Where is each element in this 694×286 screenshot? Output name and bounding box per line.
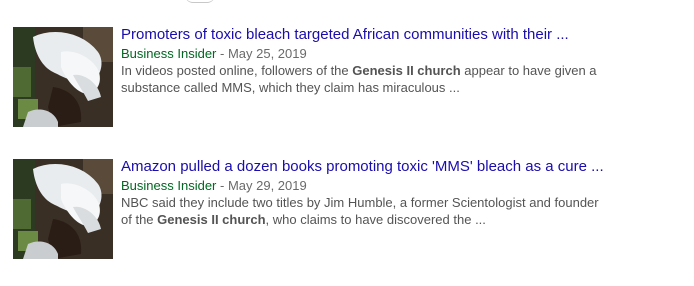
news-thumbnail-image[interactable] — [13, 159, 113, 259]
snippet-text: , who claims to have discovered the ... — [265, 212, 486, 227]
thumbnail-picture — [13, 159, 113, 259]
news-source[interactable]: Business Insider — [121, 178, 216, 193]
news-title-link[interactable]: Amazon pulled a dozen books promoting to… — [121, 157, 681, 177]
snippet-text: of the — [121, 212, 158, 227]
news-meta: Business Insider - May 25, 2019 — [121, 45, 681, 62]
snippet-highlight: Genesis II church — [157, 212, 266, 227]
snippet-text: In videos posted online, followers of th… — [121, 63, 353, 78]
news-result: Amazon pulled a dozen books promoting to… — [13, 157, 683, 259]
news-snippet-line: In videos posted online, followers of th… — [121, 62, 681, 79]
news-date: May 25, 2019 — [227, 46, 307, 61]
news-snippet-line: of the Genesis II church, who claims to … — [121, 211, 681, 228]
news-snippet-line: NBC said they include two titles by Jim … — [121, 194, 681, 211]
snippet-text: NBC said they include two titles by Jim … — [121, 195, 599, 210]
snippet-text: substance called MMS, which they claim h… — [121, 80, 460, 95]
snippet-highlight: Genesis II church — [352, 63, 461, 78]
snippet-text: appear to have given a — [460, 63, 597, 78]
news-source[interactable]: Business Insider — [121, 46, 216, 61]
meta-separator: - — [216, 178, 228, 193]
news-result: Promoters of toxic bleach targeted Afric… — [13, 25, 683, 127]
meta-separator: - — [216, 46, 228, 61]
news-thumbnail-image[interactable] — [13, 27, 113, 127]
thumbnail-picture — [13, 27, 113, 127]
news-date: May 29, 2019 — [227, 178, 307, 193]
news-snippet-line: substance called MMS, which they claim h… — [121, 79, 681, 96]
news-title-link[interactable]: Promoters of toxic bleach targeted Afric… — [121, 25, 681, 45]
news-meta: Business Insider - May 29, 2019 — [121, 177, 681, 194]
page-fragment-divider — [185, 0, 215, 3]
